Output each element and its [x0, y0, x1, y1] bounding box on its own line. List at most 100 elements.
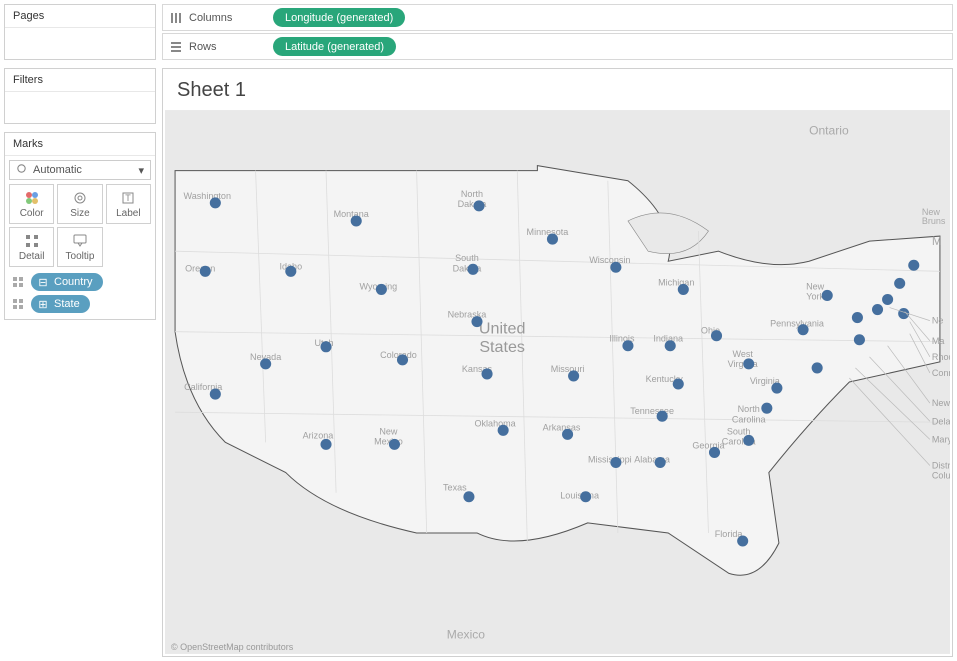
map-point[interactable] — [908, 260, 919, 271]
tooltip-button[interactable]: Tooltip — [57, 227, 102, 267]
svg-text:Wisconsin: Wisconsin — [589, 255, 630, 265]
detail-dim-icon — [9, 276, 27, 288]
map-point[interactable] — [397, 354, 408, 365]
svg-text:Missouri: Missouri — [551, 364, 585, 374]
state-pill[interactable]: ⊞ State — [31, 295, 90, 313]
columns-pill[interactable]: Longitude (generated) — [273, 8, 405, 27]
svg-text:Washington: Washington — [184, 191, 231, 201]
rows-pill[interactable]: Latitude (generated) — [273, 37, 396, 56]
map-point[interactable] — [852, 312, 863, 323]
map-point[interactable] — [822, 290, 833, 301]
rows-shelf[interactable]: Rows Latitude (generated) — [162, 33, 953, 60]
svg-text:New: New — [379, 426, 398, 436]
svg-text:Louisiana: Louisiana — [560, 491, 600, 501]
svg-text:Maryland: Maryland — [932, 434, 950, 444]
svg-text:T: T — [126, 193, 132, 203]
svg-text:New: New — [806, 281, 825, 291]
map-point[interactable] — [200, 266, 211, 277]
pages-panel: Pages — [4, 4, 156, 60]
svg-text:Montana: Montana — [334, 209, 370, 219]
svg-text:Ma: Ma — [932, 336, 946, 346]
map-point[interactable] — [463, 491, 474, 502]
map-point[interactable] — [812, 362, 823, 373]
map-point[interactable] — [320, 439, 331, 450]
filters-panel: Filters — [4, 68, 156, 124]
map-canvas[interactable]: United States Mexico Ontario M New Bruns… — [165, 110, 950, 654]
map-point[interactable] — [610, 457, 621, 468]
map-point[interactable] — [376, 284, 387, 295]
map-point[interactable] — [711, 330, 722, 341]
svg-text:South: South — [455, 253, 479, 263]
map-point[interactable] — [547, 234, 558, 245]
map-point[interactable] — [678, 284, 689, 295]
map-point[interactable] — [260, 358, 271, 369]
map-attribution: © OpenStreetMap contributors — [171, 642, 293, 652]
rows-icon — [169, 40, 183, 54]
detail-icon — [24, 233, 40, 249]
svg-text:Georgia: Georgia — [692, 440, 725, 450]
country-pill[interactable]: ⊟ Country — [31, 273, 103, 291]
map-point[interactable] — [482, 368, 493, 379]
sheet-title[interactable]: Sheet 1 — [163, 69, 952, 110]
map-point[interactable] — [665, 340, 676, 351]
map-point[interactable] — [467, 264, 478, 275]
map-point[interactable] — [655, 457, 666, 468]
map-point[interactable] — [562, 429, 573, 440]
map-point[interactable] — [743, 435, 754, 446]
detail-dim-icon — [9, 298, 27, 310]
svg-text:North: North — [461, 189, 483, 199]
size-button[interactable]: Size — [57, 184, 102, 224]
mark-type-dropdown[interactable]: Automatic ▾ — [9, 160, 151, 180]
map-point[interactable] — [761, 403, 772, 414]
columns-shelf[interactable]: Columns Longitude (generated) — [162, 4, 953, 31]
map-point[interactable] — [320, 341, 331, 352]
maine-label: M — [932, 234, 942, 248]
svg-text:York: York — [806, 291, 824, 301]
pages-header: Pages — [5, 5, 155, 28]
svg-text:Delaware: Delaware — [932, 416, 950, 426]
svg-text:North: North — [738, 404, 760, 414]
map-point[interactable] — [473, 200, 484, 211]
map-point[interactable] — [882, 294, 893, 305]
marks-header: Marks — [5, 133, 155, 156]
map-point[interactable] — [737, 535, 748, 546]
label-icon: T — [120, 190, 136, 206]
svg-text:Ne: Ne — [932, 316, 944, 326]
map-point[interactable] — [568, 370, 579, 381]
map-point[interactable] — [657, 411, 668, 422]
svg-text:Nebraska: Nebraska — [448, 310, 488, 320]
map-point[interactable] — [498, 425, 509, 436]
map-point[interactable] — [210, 389, 221, 400]
mexico-label: Mexico — [447, 628, 485, 642]
svg-text:Connecti: Connecti — [932, 368, 950, 378]
map-point[interactable] — [743, 358, 754, 369]
map-point[interactable] — [854, 334, 865, 345]
map-point[interactable] — [872, 304, 883, 315]
color-button[interactable]: Color — [9, 184, 54, 224]
map-point[interactable] — [771, 383, 782, 394]
map-point[interactable] — [351, 215, 362, 226]
map-point[interactable] — [709, 447, 720, 458]
map-point[interactable] — [673, 378, 684, 389]
map-point[interactable] — [285, 266, 296, 277]
svg-text:Arizona: Arizona — [303, 430, 335, 440]
svg-text:Bruns: Bruns — [922, 216, 946, 226]
map-point[interactable] — [471, 316, 482, 327]
map-point[interactable] — [610, 262, 621, 273]
expand-icon: ⊞ — [37, 298, 49, 310]
map-point[interactable] — [389, 439, 400, 450]
ontario-label: Ontario — [809, 123, 849, 137]
label-button[interactable]: T Label — [106, 184, 151, 224]
mark-type-label: Automatic — [33, 164, 82, 176]
map-point[interactable] — [580, 491, 591, 502]
map-point[interactable] — [210, 197, 221, 208]
map-point[interactable] — [894, 278, 905, 289]
svg-text:New Jersey: New Jersey — [932, 398, 950, 408]
svg-text:District of: District of — [932, 461, 950, 471]
svg-text:South: South — [727, 426, 751, 436]
map-point[interactable] — [798, 324, 809, 335]
map-point[interactable] — [622, 340, 633, 351]
detail-button[interactable]: Detail — [9, 227, 54, 267]
columns-icon — [169, 11, 183, 25]
svg-text:Minnesota: Minnesota — [527, 227, 570, 237]
